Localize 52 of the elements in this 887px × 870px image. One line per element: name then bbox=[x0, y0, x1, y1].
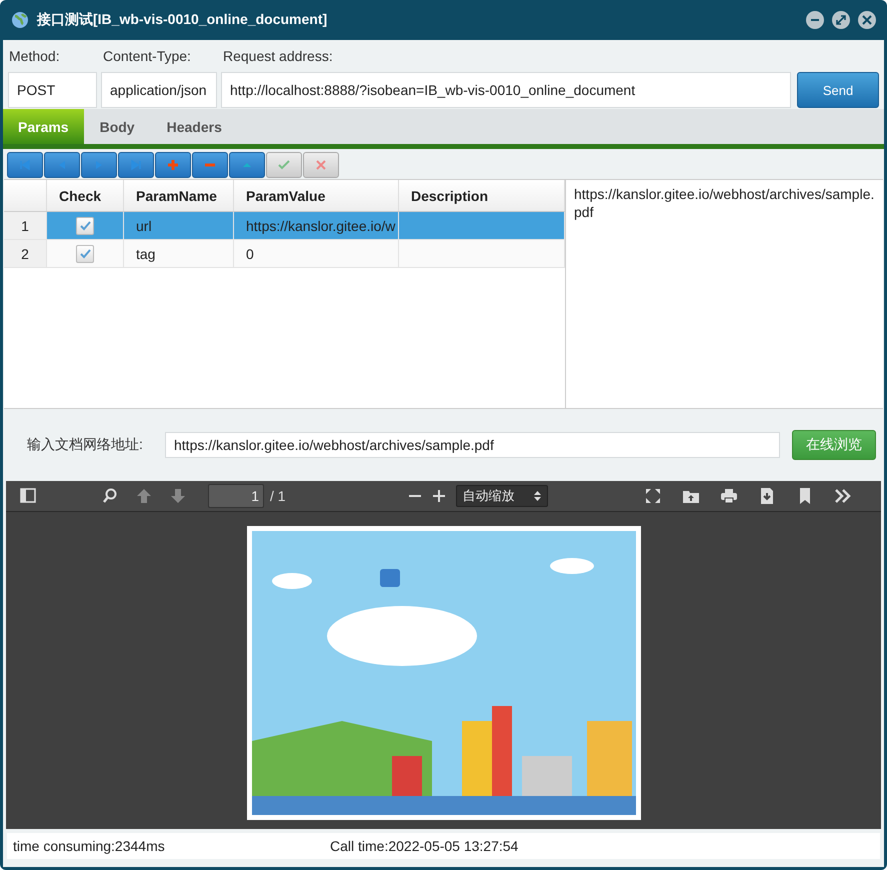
close-icon bbox=[862, 15, 872, 25]
content-type-label: Content-Type: bbox=[103, 48, 192, 64]
call-time: Call time:2022-05-05 13:27:54 bbox=[330, 838, 518, 854]
page-count: / 1 bbox=[270, 488, 286, 504]
address-field[interactable]: http://localhost:8888/?isobean=IB_wb-vis-0010_online_document bbox=[221, 72, 791, 108]
move-up-button[interactable] bbox=[229, 152, 265, 178]
maximize-icon bbox=[836, 15, 846, 25]
up-down-caret-icon bbox=[534, 490, 541, 502]
check-icon bbox=[277, 158, 291, 172]
first-page-icon bbox=[18, 158, 32, 172]
elapsed-time: time consuming:2344ms bbox=[13, 838, 166, 854]
check-icon bbox=[79, 248, 91, 260]
method-field[interactable]: POST bbox=[8, 72, 97, 108]
zoom-in-icon[interactable] bbox=[432, 489, 446, 503]
table-cell: 0 bbox=[234, 240, 399, 267]
column-header[interactable]: Description bbox=[399, 180, 565, 211]
checkbox[interactable] bbox=[76, 216, 94, 234]
table-cell: url bbox=[124, 212, 234, 239]
close-icon bbox=[314, 158, 328, 172]
url-field[interactable]: https://kanslor.gitee.io/webhost/archives/sample.pdf bbox=[165, 432, 780, 458]
row-number: 1 bbox=[4, 212, 47, 239]
table-cell: https://kanslor.gitee.io/w bbox=[234, 212, 399, 239]
plus-icon bbox=[166, 158, 180, 172]
check-icon bbox=[79, 220, 91, 232]
window-title: 接口测试[IB_wb-vis-0010_online_document] bbox=[37, 11, 328, 29]
printer-icon[interactable] bbox=[719, 487, 739, 505]
column-header[interactable]: Check bbox=[47, 180, 124, 211]
table-row[interactable]: 2 tag 0 bbox=[4, 240, 565, 268]
column-header[interactable]: ParamValue bbox=[234, 180, 399, 211]
double-chevron-icon[interactable] bbox=[833, 487, 853, 505]
column-header[interactable]: ParamName bbox=[124, 180, 234, 211]
page-number-field[interactable]: 1 bbox=[208, 484, 264, 508]
sidebar-toggle-icon[interactable] bbox=[18, 487, 38, 505]
row-number: 2 bbox=[4, 240, 47, 267]
minimize-button[interactable] bbox=[806, 11, 824, 29]
last-page-icon bbox=[129, 158, 143, 172]
url-label: 输入文档网络地址: bbox=[27, 436, 144, 454]
tab[interactable]: Body bbox=[84, 109, 151, 144]
fullscreen-icon[interactable] bbox=[643, 487, 663, 505]
address-label: Request address: bbox=[223, 48, 333, 64]
method-label: Method: bbox=[9, 48, 61, 64]
table-cell: tag bbox=[124, 240, 234, 267]
close-button[interactable] bbox=[858, 11, 876, 29]
content-type-field[interactable]: application/json bbox=[101, 72, 217, 108]
zoom-select[interactable]: 自动缩放 bbox=[456, 485, 548, 507]
globe-icon bbox=[11, 11, 29, 29]
send-button[interactable]: Send bbox=[797, 72, 879, 108]
maximize-button[interactable] bbox=[832, 11, 850, 29]
tab[interactable]: Headers bbox=[150, 109, 238, 144]
value-text: https://kanslor.gitee.io/webhost/archives/sample.pdf bbox=[566, 180, 883, 408]
table-row[interactable]: 1 url https://kanslor.gitee.io/w bbox=[4, 212, 565, 240]
checkbox[interactable] bbox=[76, 244, 94, 262]
